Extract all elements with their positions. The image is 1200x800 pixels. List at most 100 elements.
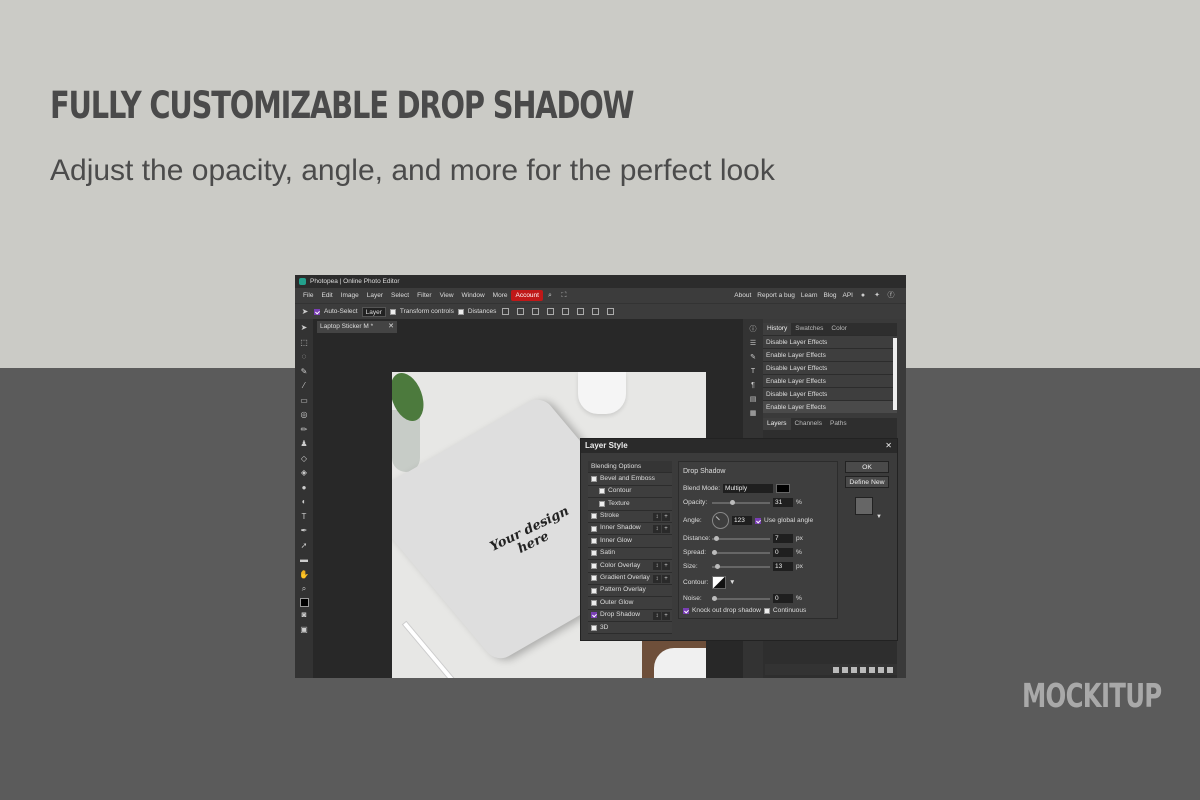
zoom-icon[interactable]: ⌕ xyxy=(299,583,309,595)
image-icon[interactable]: ▦ xyxy=(748,409,758,419)
transform-controls-checkbox[interactable] xyxy=(389,308,396,315)
layer-select[interactable]: Layer xyxy=(361,306,386,317)
auto-select-checkbox[interactable] xyxy=(314,308,320,315)
effects-icon[interactable] xyxy=(842,666,848,673)
opacity-input[interactable]: 31 xyxy=(773,498,793,507)
slider-knob[interactable] xyxy=(715,563,720,569)
align-bottom-icon[interactable] xyxy=(532,308,540,315)
tab-swatches[interactable]: Swatches xyxy=(791,323,827,335)
noise-slider[interactable] xyxy=(712,595,770,601)
menu-more[interactable]: More xyxy=(489,290,512,301)
trash-icon[interactable] xyxy=(887,666,893,673)
add-icon[interactable]: + xyxy=(662,512,670,521)
history-item[interactable]: Disable Layer Effects xyxy=(763,387,897,400)
effect-checkbox[interactable] xyxy=(591,624,597,631)
effect-satin[interactable]: Satin xyxy=(588,547,672,561)
grid-icon[interactable] xyxy=(607,308,615,315)
effect-checkbox[interactable] xyxy=(591,575,597,582)
shadow-color-swatch[interactable] xyxy=(776,484,791,493)
define-new-button[interactable]: Define New xyxy=(845,476,889,488)
hand-icon[interactable]: ✋ xyxy=(299,569,309,581)
dodge-icon[interactable]: ◐ xyxy=(299,496,309,508)
info-icon[interactable]: ⓘ xyxy=(748,325,758,335)
effect-checkbox[interactable] xyxy=(599,488,605,495)
patch-icon[interactable]: ◎ xyxy=(299,409,309,421)
align-middle-icon[interactable] xyxy=(517,308,525,315)
adjustment-icon[interactable] xyxy=(860,666,866,673)
move-tool-icon[interactable]: ➤ xyxy=(300,306,310,318)
distance-slider[interactable] xyxy=(712,535,770,541)
history-item[interactable]: Disable Layer Effects xyxy=(763,361,897,374)
menu-about[interactable]: About xyxy=(731,290,754,301)
tab-layers[interactable]: Layers xyxy=(763,418,791,430)
effect-stroke[interactable]: Stroke ↕ + xyxy=(588,510,672,523)
history-item[interactable]: Enable Layer Effects xyxy=(763,400,897,413)
align-left-icon[interactable] xyxy=(547,308,555,315)
eyedropper-icon[interactable]: ⁄ xyxy=(299,380,309,392)
use-global-angle-checkbox[interactable] xyxy=(755,517,761,524)
continuous-checkbox[interactable] xyxy=(763,607,770,614)
marquee-icon[interactable]: ⬚ xyxy=(299,337,309,349)
close-icon[interactable]: ✕ xyxy=(885,439,892,453)
tab-paths[interactable]: Paths xyxy=(826,418,851,430)
distance-input[interactable]: 7 xyxy=(773,534,793,543)
menu-api[interactable]: API xyxy=(840,290,856,301)
effect-checkbox[interactable] xyxy=(591,525,597,532)
blending-options-item[interactable]: Blending Options xyxy=(588,461,672,474)
effect-checkbox[interactable] xyxy=(591,562,597,569)
type-icon[interactable]: T xyxy=(299,511,309,523)
history-scrollbar[interactable] xyxy=(893,338,897,410)
slider-knob[interactable] xyxy=(714,535,719,541)
slider-knob[interactable] xyxy=(712,549,717,555)
css-icon[interactable]: ▤ xyxy=(748,395,758,405)
new-layer-icon[interactable] xyxy=(878,666,884,673)
effect-checkbox[interactable] xyxy=(591,612,597,619)
eraser-icon[interactable]: ◇ xyxy=(299,453,309,465)
tab-channels[interactable]: Channels xyxy=(791,418,826,430)
folder-icon[interactable] xyxy=(869,666,875,673)
tab-history[interactable]: History xyxy=(763,323,792,335)
menu-window[interactable]: Window xyxy=(458,290,489,301)
menu-learn[interactable]: Learn xyxy=(798,290,821,301)
move-icon[interactable]: ➤ xyxy=(299,322,309,334)
menu-image[interactable]: Image xyxy=(337,290,363,301)
reorder-icon[interactable]: ↕ xyxy=(653,524,661,533)
menu-report-bug[interactable]: Report a bug xyxy=(754,290,798,301)
properties-icon[interactable]: ☰ xyxy=(748,339,758,349)
effect-outer-glow[interactable]: Outer Glow xyxy=(588,597,672,610)
document-tab[interactable]: Laptop Sticker M * ✕ xyxy=(317,321,397,333)
paragraph-icon[interactable]: ¶ xyxy=(748,381,758,391)
mask-icon[interactable] xyxy=(851,666,857,673)
pen-icon[interactable]: ✒ xyxy=(299,525,309,537)
fullscreen-icon[interactable]: ⛶ xyxy=(560,292,568,300)
spread-slider[interactable] xyxy=(712,549,770,555)
menu-edit[interactable]: Edit xyxy=(317,290,336,301)
effect-gradient-overlay[interactable]: Gradient Overlay ↕ + xyxy=(588,572,672,585)
effect-inner-shadow[interactable]: Inner Shadow ↕ + xyxy=(588,522,672,536)
contour-swatch[interactable] xyxy=(712,576,726,589)
knock-out-checkbox[interactable] xyxy=(683,607,689,614)
effect-checkbox[interactable] xyxy=(591,599,597,606)
brush-icon[interactable]: ✏ xyxy=(299,424,309,436)
reorder-icon[interactable]: ↕ xyxy=(653,512,661,521)
add-icon[interactable]: + xyxy=(662,611,670,620)
effect-drop-shadow[interactable]: Drop Shadow ↕ + xyxy=(588,609,672,623)
align-center-icon[interactable] xyxy=(562,308,570,315)
quick-mask-icon[interactable]: ◙ xyxy=(299,609,309,621)
lasso-icon[interactable]: ◌ xyxy=(299,351,309,363)
effect-color-overlay[interactable]: Color Overlay ↕ + xyxy=(588,560,672,573)
distribute-icon[interactable] xyxy=(592,308,600,315)
brush-panel-icon[interactable]: ✎ xyxy=(748,353,758,363)
angle-input[interactable]: 123 xyxy=(732,516,752,525)
screen-mode-icon[interactable]: ▣ xyxy=(299,624,309,636)
distances-checkbox[interactable] xyxy=(457,308,464,315)
history-item[interactable]: Disable Layer Effects xyxy=(763,335,897,348)
effect-checkbox[interactable] xyxy=(591,550,597,557)
angle-dial[interactable] xyxy=(712,512,729,529)
character-icon[interactable]: T xyxy=(748,367,758,377)
effect-checkbox[interactable] xyxy=(591,513,597,520)
chevron-down-icon[interactable]: ▼ xyxy=(729,579,736,586)
menu-select[interactable]: Select xyxy=(387,290,413,301)
menu-account[interactable]: Account xyxy=(511,290,543,301)
effect-inner-glow[interactable]: Inner Glow xyxy=(588,535,672,548)
